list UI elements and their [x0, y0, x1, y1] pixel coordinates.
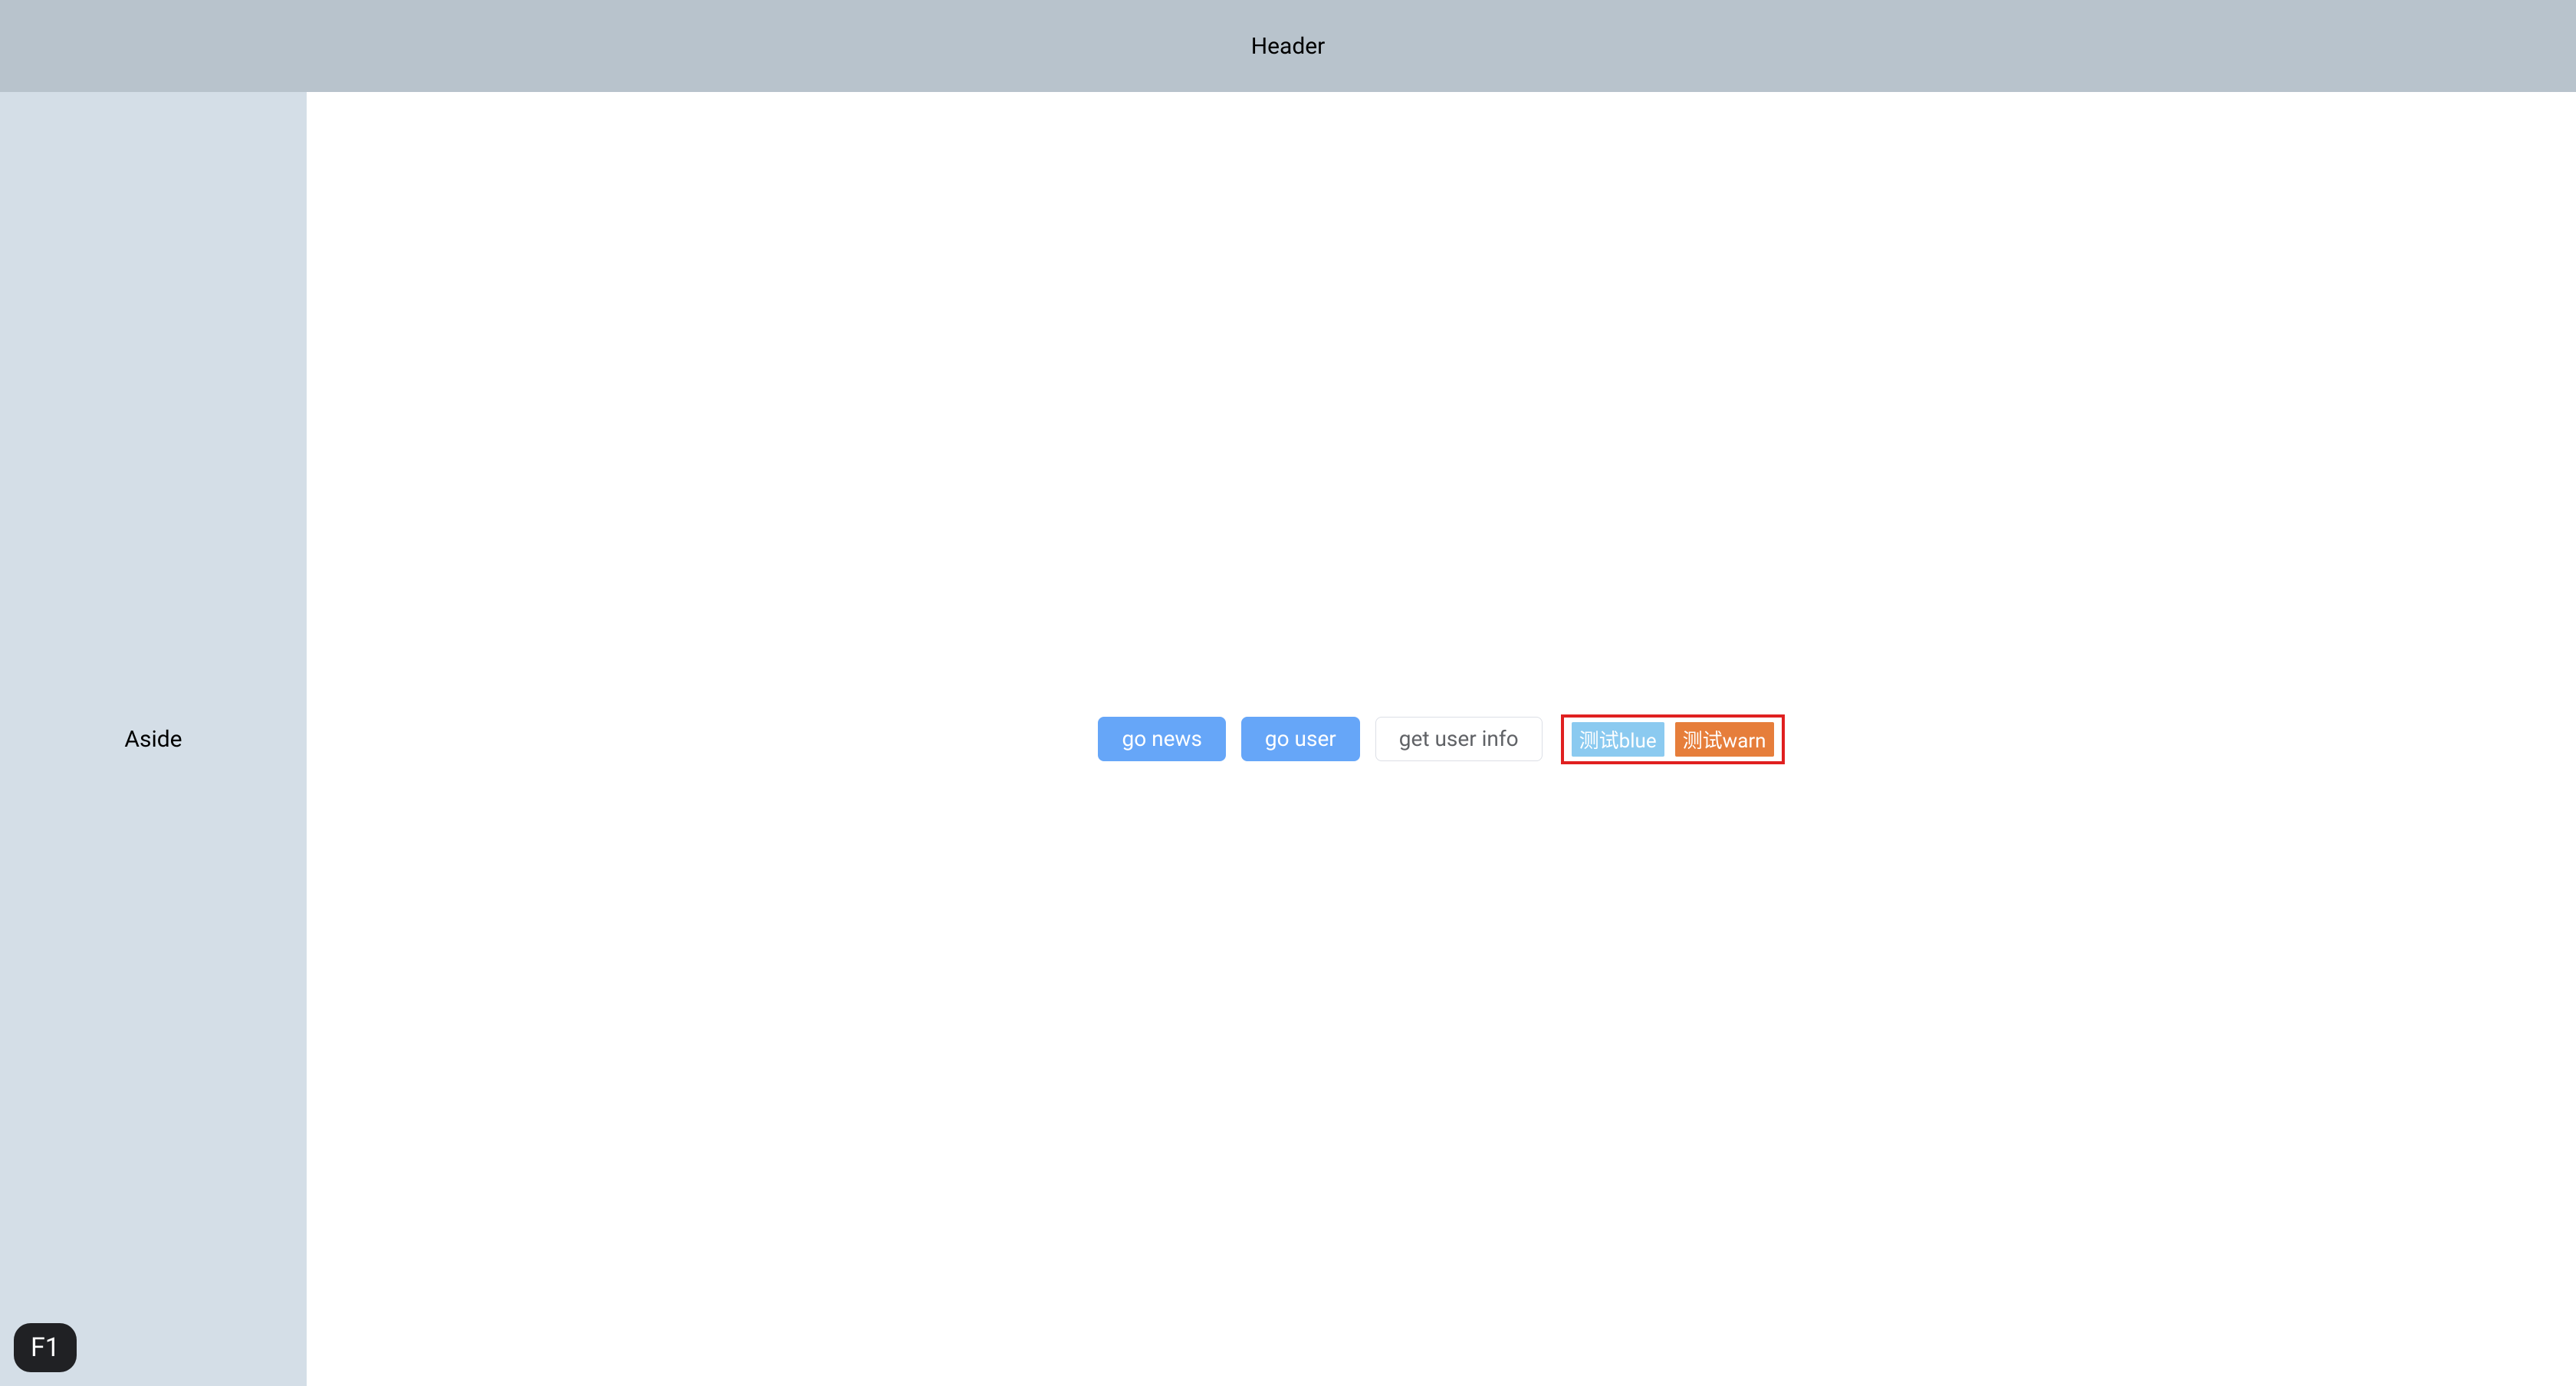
main: go news go user get user info 测试blue 测试w… — [307, 92, 2576, 1386]
go-user-button[interactable]: go user — [1241, 717, 1360, 761]
body-row: Aside go news go user get user info 测试bl… — [0, 92, 2576, 1386]
get-user-info-button[interactable]: get user info — [1375, 717, 1543, 761]
aside-title: Aside — [124, 726, 182, 753]
test-tags-box: 测试blue 测试warn — [1561, 714, 1785, 764]
header-title: Header — [1251, 33, 1326, 60]
test-warn-tag: 测试warn — [1675, 722, 1774, 757]
app-layout: Header Aside go news go user get user in… — [0, 0, 2576, 1386]
f1-badge[interactable]: F1 — [14, 1323, 77, 1372]
header: Header — [0, 0, 2576, 92]
test-blue-tag: 测试blue — [1572, 722, 1664, 757]
button-row: go news go user get user info 测试blue 测试w… — [1098, 714, 1784, 764]
go-news-button[interactable]: go news — [1098, 717, 1225, 761]
aside: Aside — [0, 92, 307, 1386]
